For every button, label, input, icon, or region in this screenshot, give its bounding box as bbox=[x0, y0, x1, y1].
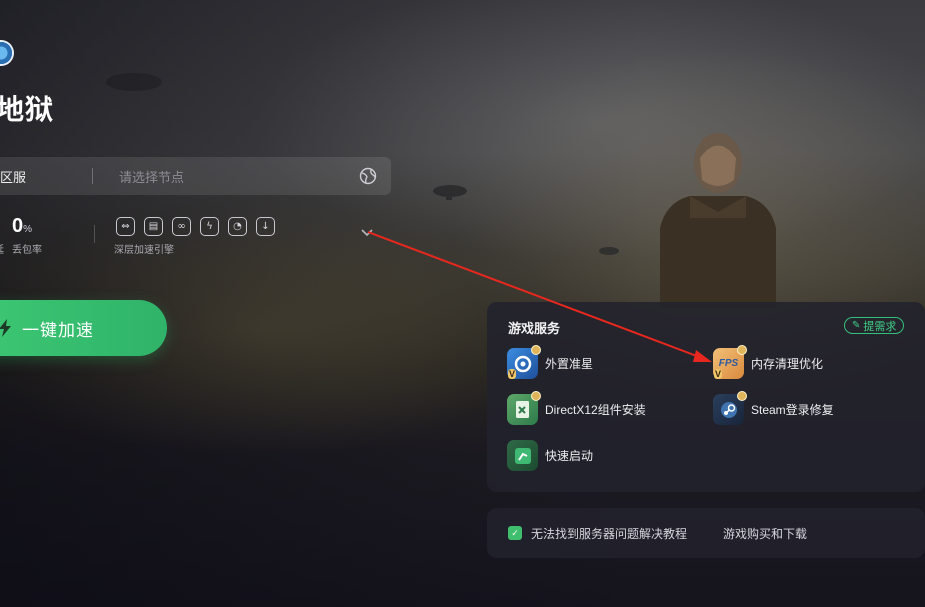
boost-label: 一键加速 bbox=[22, 320, 94, 340]
globe-icon[interactable] bbox=[359, 167, 377, 185]
packet-loss-value: 0% bbox=[12, 215, 32, 238]
airship-1 bbox=[433, 185, 467, 200]
server-region[interactable]: 区服 bbox=[0, 167, 92, 186]
pencil-icon: ✎ bbox=[852, 320, 861, 331]
soldier-figure bbox=[660, 133, 776, 308]
services-title: 游戏服务 bbox=[508, 321, 561, 336]
stats-divider bbox=[94, 225, 95, 243]
airship-2 bbox=[599, 247, 619, 255]
help-bar: ✓ 无法找到服务器问题解决教程 游戏购买和下载 bbox=[487, 508, 925, 558]
server-help-link[interactable]: 无法找到服务器问题解决教程 bbox=[531, 525, 687, 542]
service-crosshair[interactable]: V 外置准星 bbox=[507, 345, 594, 379]
service-label: Steam登录修复 bbox=[751, 403, 834, 417]
service-steam-repair[interactable]: Steam登录修复 bbox=[713, 391, 834, 425]
lightning-bolt-icon bbox=[0, 319, 11, 337]
network-stats: 0% 延 丢包率 ⇔ ▤ ∞ ϟ ◔ ↓ 深层加速引擎 bbox=[0, 207, 391, 263]
route-icon[interactable]: ▤ bbox=[144, 217, 163, 236]
packet-loss-label: 丢包率 bbox=[12, 245, 42, 256]
packet-loss-unit: % bbox=[23, 224, 33, 235]
service-label: 内存清理优化 bbox=[751, 357, 824, 371]
quick-launch-icon bbox=[507, 440, 538, 471]
game-title: 地狱 bbox=[0, 94, 55, 125]
lightning-icon[interactable]: ϟ bbox=[200, 217, 219, 236]
latency-label: 延 bbox=[0, 241, 4, 256]
service-directx[interactable]: DirectX12组件安装 bbox=[507, 391, 646, 425]
service-label: DirectX12组件安装 bbox=[545, 403, 646, 417]
node-select[interactable]: 请选择节点 bbox=[93, 167, 359, 186]
crosshair-icon: V bbox=[507, 345, 541, 379]
game-services-panel: 游戏服务 ✎ 提需求 V 外置准星 FPS V 内存清理优化 DirectX12… bbox=[487, 302, 925, 492]
service-quick-launch[interactable]: 快速启动 bbox=[507, 440, 593, 471]
request-feature-label: 提需求 bbox=[863, 320, 897, 333]
request-feature-button[interactable]: ✎ 提需求 bbox=[844, 317, 905, 334]
game-purchase-link[interactable]: 游戏购买和下载 bbox=[723, 525, 807, 542]
download-icon[interactable]: ↓ bbox=[256, 217, 275, 236]
chevron-down-icon[interactable] bbox=[360, 227, 374, 237]
packet-loss-number: 0 bbox=[12, 215, 24, 237]
wrench-icon: ✓ bbox=[508, 526, 522, 540]
speedometer-icon[interactable]: ◔ bbox=[228, 217, 247, 236]
one-click-boost-button[interactable]: 一键加速 bbox=[0, 300, 167, 356]
server-selector[interactable]: 区服 请选择节点 bbox=[0, 157, 391, 195]
airship-3 bbox=[106, 73, 162, 91]
directx-icon bbox=[507, 391, 541, 425]
service-label: 外置准星 bbox=[545, 357, 594, 371]
service-memory-clean[interactable]: FPS V 内存清理优化 bbox=[713, 345, 824, 379]
steam-icon bbox=[713, 391, 747, 425]
fps-icon: FPS V bbox=[713, 345, 747, 379]
service-label: 快速启动 bbox=[545, 449, 594, 463]
link-icon[interactable]: ⇔ bbox=[116, 217, 135, 236]
multi-link-icon[interactable]: ∞ bbox=[172, 217, 191, 236]
engine-label: 深层加速引擎 bbox=[114, 245, 174, 256]
engine-icons: ⇔ ▤ ∞ ϟ ◔ ↓ bbox=[116, 217, 275, 236]
